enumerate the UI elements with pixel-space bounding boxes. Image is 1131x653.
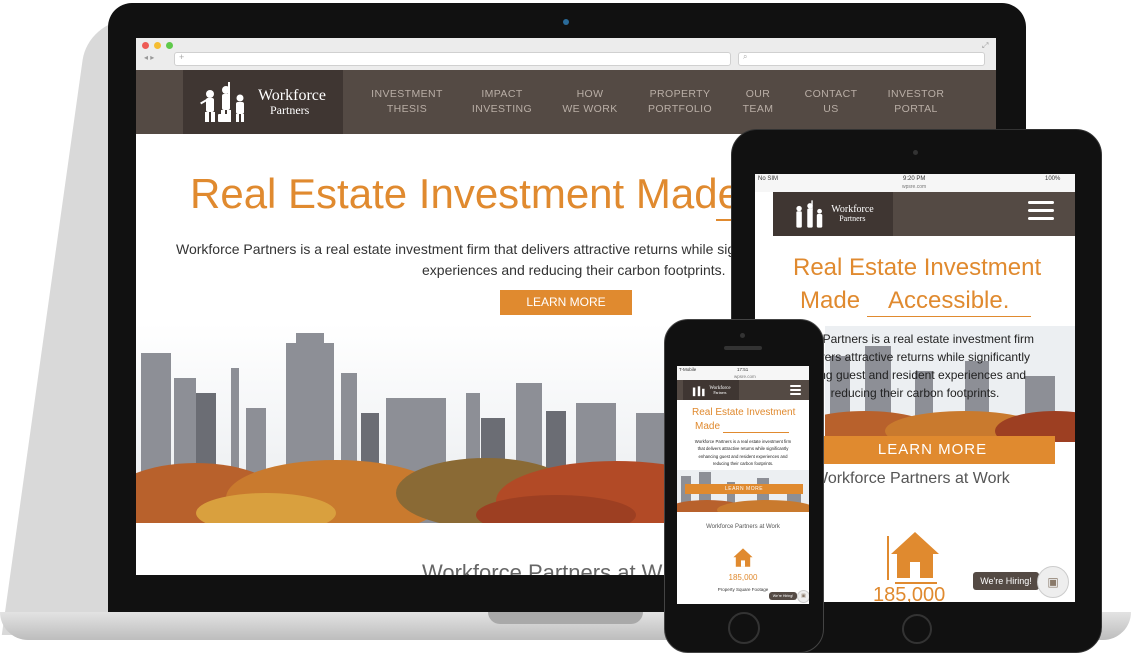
site-logo[interactable]: Workforce Partners: [183, 70, 343, 134]
phone-hiring-button[interactable]: We're Hiring!: [769, 592, 797, 600]
tablet-hero-word: Accessible.: [888, 287, 1010, 314]
plus-icon: +: [179, 52, 185, 62]
nav-our-team[interactable]: OUR TEAM: [728, 87, 788, 117]
phone-house-icon: [733, 548, 753, 567]
tablet-navbar: Workforce Partners: [773, 192, 1075, 236]
briefcase-icon[interactable]: ▣: [1037, 566, 1069, 598]
close-window-button[interactable]: [142, 42, 149, 49]
workers-silhouette-icon: [693, 386, 705, 397]
laptop-notch: [488, 612, 643, 624]
nav-property-portfolio[interactable]: PROPERTY PORTFOLIO: [639, 87, 721, 117]
phone-hero-underline: [723, 432, 789, 433]
nav-impact-investing[interactable]: IMPACT INVESTING: [462, 87, 542, 117]
phone-home-button[interactable]: [728, 612, 760, 644]
phone-hero-text: Workforce Partners is a real estate inve…: [694, 439, 792, 466]
phone-status-bar: T-Mobile 17:51 wpsre.com: [677, 366, 809, 380]
workers-silhouette-icon: [200, 82, 244, 122]
hamburger-menu-icon[interactable]: [1028, 201, 1054, 220]
phone-speaker: [724, 346, 762, 350]
logo-line2: Partners: [269, 103, 310, 117]
phone-hero-made: Made: [695, 421, 721, 432]
tablet-battery: 100%: [1045, 176, 1061, 182]
phone-time: 17:51: [737, 367, 749, 372]
phone-logo[interactable]: Workforce Partners: [683, 380, 739, 400]
nav-investment-thesis[interactable]: INVESTMENT THESIS: [366, 87, 448, 117]
nav-contact-us[interactable]: CONTACT US: [796, 87, 866, 117]
tablet-camera: [913, 150, 918, 155]
nav-how-we-work[interactable]: HOW WE WORK: [550, 87, 630, 117]
phone-carrier: T-Mobile: [679, 367, 697, 372]
phone-navbar: Workforce Partners: [677, 380, 809, 400]
tablet-hero-line1: Real Estate Investment: [793, 254, 1042, 281]
phone-hamburger-menu-icon[interactable]: [790, 385, 801, 395]
phone-hero-line1: Real Estate Investment: [692, 407, 796, 418]
tablet-time: 9:20 PM: [903, 176, 926, 182]
phone-learn-more-button[interactable]: LEARN MORE: [685, 484, 803, 494]
tablet-hero-made: Made: [800, 287, 861, 314]
phone-camera: [740, 333, 745, 338]
tablet-learn-more-button[interactable]: LEARN MORE: [810, 436, 1055, 464]
search-icon: ⌕: [743, 52, 748, 61]
tablet-home-button[interactable]: [902, 614, 932, 644]
tablet-hero-underline: [867, 316, 1031, 317]
tablet-carrier: No SIM: [758, 176, 779, 182]
fullscreen-icon[interactable]: ⤢: [982, 41, 988, 51]
tablet-stat-value: 185,000: [873, 584, 946, 602]
phone-logo-line2: Partners: [713, 389, 727, 395]
tablet-logo-line2: Partners: [839, 214, 866, 223]
hero-text-line1: Workforce Partners is a real estate inve…: [176, 241, 754, 257]
tablet-hiring-button[interactable]: We're Hiring!: [973, 572, 1039, 590]
hero-title: Real Estate Investment Made: [190, 170, 741, 217]
browser-search-bar[interactable]: ⌕: [738, 52, 985, 66]
maximize-window-button[interactable]: [166, 42, 173, 49]
phone-section-title: Workforce Partners at Work: [706, 524, 780, 530]
hero-text-line2: experiences and reducing their carbon fo…: [422, 262, 726, 278]
logo-line1: Workforce: [257, 87, 326, 104]
address-bar[interactable]: +: [174, 52, 731, 66]
learn-more-button[interactable]: LEARN MORE: [500, 290, 632, 315]
house-icon: [887, 532, 939, 584]
browser-chrome: ◂ ▸ + ⌕ ⤢: [136, 38, 996, 71]
tablet-url: wpsre.com: [902, 184, 927, 190]
phone-screen: T-Mobile 17:51 wpsre.com Workforce Partn…: [677, 366, 809, 604]
nav-investor-portal[interactable]: INVESTOR PORTAL: [878, 87, 954, 117]
laptop-camera: [563, 19, 569, 25]
section-title: Workforce Partners at W: [422, 560, 663, 575]
workers-silhouette-icon: [796, 200, 823, 228]
minimize-window-button[interactable]: [154, 42, 161, 49]
phone-url: wpsre.com: [734, 374, 756, 379]
tablet-section-title: Workforce Partners at Work: [813, 470, 1010, 487]
site-navbar: Workforce Partners INVESTMENT THESIS IMPA…: [136, 70, 996, 134]
phone-stat-value: 185,000: [728, 573, 758, 582]
tablet-status-bar: No SIM 9:20 PM 100% wpsre.com: [755, 174, 1075, 192]
tablet-logo[interactable]: Workforce Partners: [773, 192, 893, 236]
phone-briefcase-icon[interactable]: ▣: [797, 590, 809, 603]
back-forward-icon[interactable]: ◂ ▸: [144, 53, 154, 62]
